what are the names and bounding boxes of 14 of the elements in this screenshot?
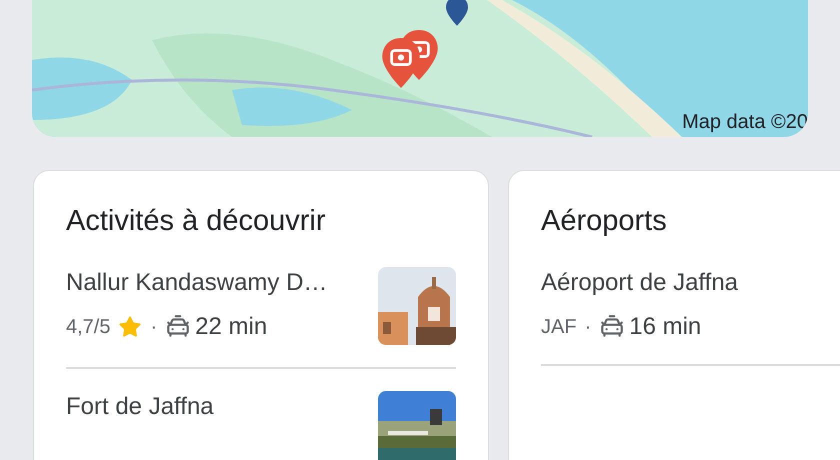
- card-title: Activités à découvrir: [66, 204, 326, 239]
- airport-code: JAF: [541, 315, 577, 340]
- place-name[interactable]: Aéroport de Jaffna: [541, 268, 738, 298]
- camera-pin-icon[interactable]: [382, 38, 420, 88]
- travel-time: 22 min: [195, 312, 268, 342]
- rating: 4,7/5: [66, 315, 110, 340]
- separator: ·: [150, 315, 158, 340]
- travel-time: 16 min: [629, 312, 702, 342]
- place-name[interactable]: Nallur Kandaswamy D…: [66, 268, 328, 298]
- card-title: Aéroports: [541, 204, 668, 239]
- place-name[interactable]: Fort de Jaffna: [66, 392, 214, 422]
- star-icon: [118, 315, 142, 339]
- separator: ·: [584, 315, 592, 340]
- map-pin-icon[interactable]: [446, 0, 468, 28]
